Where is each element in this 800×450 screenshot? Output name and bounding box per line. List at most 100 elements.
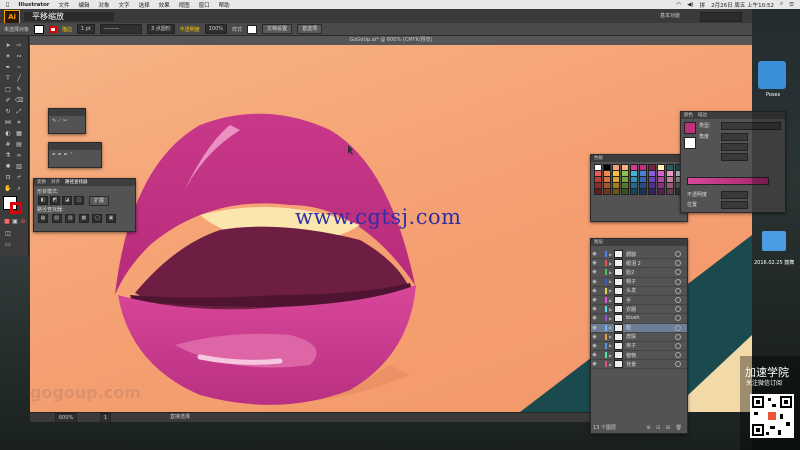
menu-view[interactable]: 视图 [179, 1, 190, 9]
tab-color[interactable]: 颜色 [684, 112, 693, 119]
qr-code[interactable] [750, 394, 794, 438]
layer-row[interactable]: ◉ ▶ 脸 [591, 323, 687, 333]
color-swatch[interactable] [657, 188, 665, 195]
layer-row[interactable]: ◉ ▶ 手 [591, 296, 687, 306]
opacity-field[interactable]: 100% [204, 24, 228, 34]
eraser-icon[interactable]: ⌫ [15, 97, 23, 104]
color-swatch[interactable] [603, 188, 611, 195]
target-circle-icon[interactable] [675, 269, 681, 276]
layer-row[interactable]: ◉ ▶ 头发 [591, 286, 687, 296]
opacity-field[interactable] [721, 191, 748, 199]
search-stock-field[interactable] [700, 12, 742, 22]
stroke-swatch[interactable] [49, 25, 58, 33]
fill-indicator[interactable] [684, 122, 696, 134]
expand-arrow-icon[interactable]: ▶ [609, 307, 612, 312]
visibility-eye-icon[interactable]: ◉ [591, 269, 598, 275]
layer-row[interactable]: ◉ ▶ 腮腺 [591, 250, 687, 260]
input-source-icon[interactable]: 拼 [700, 1, 706, 9]
expand-arrow-icon[interactable]: ▶ [609, 298, 612, 303]
visibility-eye-icon[interactable]: ◉ [591, 251, 598, 257]
apple-icon[interactable]:  [6, 2, 9, 8]
color-swatch[interactable] [594, 188, 602, 195]
stroke-color-box[interactable] [10, 202, 22, 214]
width-tool-icon[interactable]: ⋈ [4, 119, 12, 126]
zoom-field[interactable]: 600% [55, 413, 78, 423]
layer-row[interactable]: ◉ ▶ 衣服 [591, 305, 687, 315]
angle-field[interactable] [721, 133, 748, 141]
trim-icon[interactable]: ▧ [51, 214, 62, 223]
gradient-icon[interactable]: ▤ [15, 141, 23, 148]
color-mode-icon[interactable]: ■ [3, 218, 11, 225]
expand-arrow-icon[interactable]: ▶ [609, 353, 612, 358]
color-swatch[interactable] [621, 188, 629, 195]
minus-back-icon[interactable]: ▣ [105, 214, 116, 223]
menu-type[interactable]: 文字 [119, 1, 130, 9]
panel-grip[interactable] [49, 109, 85, 116]
scale-field[interactable] [721, 153, 748, 161]
document-setup-button[interactable]: 文档设置 [262, 24, 293, 34]
location-field[interactable] [721, 201, 748, 209]
visibility-eye-icon[interactable]: ◉ [591, 279, 598, 285]
tab-stroke[interactable]: 描边 [698, 112, 707, 119]
stroke-indicator[interactable] [684, 137, 696, 149]
target-circle-icon[interactable] [675, 352, 681, 359]
curvature-icon[interactable]: ~ [15, 64, 23, 71]
color-swatch[interactable] [666, 188, 674, 195]
merge-icon[interactable]: ▨ [65, 214, 76, 223]
expand-arrow-icon[interactable]: ▶ [609, 288, 612, 293]
menu-help[interactable]: 帮助 [219, 1, 230, 9]
symbol-sprayer-icon[interactable]: ✺ [4, 163, 12, 170]
delete-anchor-icon[interactable]: ✒ [64, 152, 68, 158]
wifi-icon[interactable]: ◠ [676, 2, 681, 8]
volume-icon[interactable]: ◀) [687, 2, 693, 8]
artboard-number[interactable]: 1 [100, 413, 112, 423]
smooth-icon[interactable]: ⟋ [58, 118, 62, 124]
expand-arrow-icon[interactable]: ▶ [609, 270, 612, 275]
eyedropper-icon[interactable]: ⚗ [4, 152, 12, 159]
expand-arrow-icon[interactable]: ▶ [609, 261, 612, 266]
expand-arrow-icon[interactable]: ▶ [609, 279, 612, 284]
color-swatch[interactable] [630, 188, 638, 195]
visibility-eye-icon[interactable]: ◉ [591, 315, 598, 321]
menu-select[interactable]: 选择 [139, 1, 150, 9]
layer-actions[interactable]: ⊕ ⊟ ⊞ 🗑 [646, 425, 684, 431]
pen-icon[interactable]: ✒ [52, 152, 56, 158]
expand-arrow-icon[interactable]: ▶ [609, 252, 612, 257]
layer-row[interactable]: ◉ ▶ 帽子 [591, 277, 687, 287]
layer-row[interactable]: ◉ ▶ 背景 [591, 360, 687, 370]
style-swatch[interactable] [247, 24, 258, 34]
selection-tool-icon[interactable]: ➤ [4, 42, 12, 49]
brush-tool-icon[interactable]: ✎ [15, 86, 23, 93]
free-transform-icon[interactable]: ⌗ [15, 119, 23, 126]
variable-width-dropdown[interactable]: ——— [99, 24, 142, 34]
visibility-eye-icon[interactable]: ◉ [591, 288, 598, 294]
mesh-icon[interactable]: # [4, 141, 12, 148]
layer-row[interactable]: ◉ ▶ 房子 [591, 341, 687, 352]
draw-mode-icon[interactable]: ◫ [4, 230, 12, 237]
add-anchor-icon[interactable]: ✒ [58, 152, 62, 158]
rotate-icon[interactable]: ↻ [4, 108, 12, 115]
anchor-point-icon[interactable]: ⌃ [69, 152, 73, 158]
tab-align[interactable]: 对齐 [51, 179, 60, 186]
color-swatch[interactable] [648, 188, 656, 195]
opacity-label[interactable]: 不透明度 [180, 26, 200, 33]
expand-arrow-icon[interactable]: ▶ [609, 334, 612, 339]
visibility-eye-icon[interactable]: ◉ [591, 297, 598, 303]
visibility-eye-icon[interactable]: ◉ [591, 260, 598, 266]
none-mode-icon[interactable]: ⊘ [19, 218, 27, 225]
layers-title[interactable]: 图层 [591, 239, 687, 246]
swatches-title[interactable]: 色板 [591, 155, 687, 162]
expand-button[interactable]: 扩展 [89, 195, 110, 206]
target-circle-icon[interactable] [675, 324, 681, 331]
expand-arrow-icon[interactable]: ▶ [609, 343, 612, 348]
blend-icon[interactable]: ∞ [15, 152, 23, 159]
pen-tool-icon[interactable]: ✒ [4, 64, 12, 71]
layer-row[interactable]: ◉ ▶ 脸2 [591, 268, 687, 278]
graph-tool-icon[interactable]: ▥ [15, 163, 23, 170]
layer-row[interactable]: ◉ ▶ 皮肤 [591, 332, 687, 342]
visibility-eye-icon[interactable]: ◉ [591, 361, 598, 367]
scale-icon[interactable]: ⤢ [15, 108, 23, 115]
perspective-icon[interactable]: ▦ [15, 130, 23, 137]
magic-wand-icon[interactable]: ✶ [4, 53, 12, 60]
pencil-icon[interactable]: ✎ [52, 118, 56, 124]
